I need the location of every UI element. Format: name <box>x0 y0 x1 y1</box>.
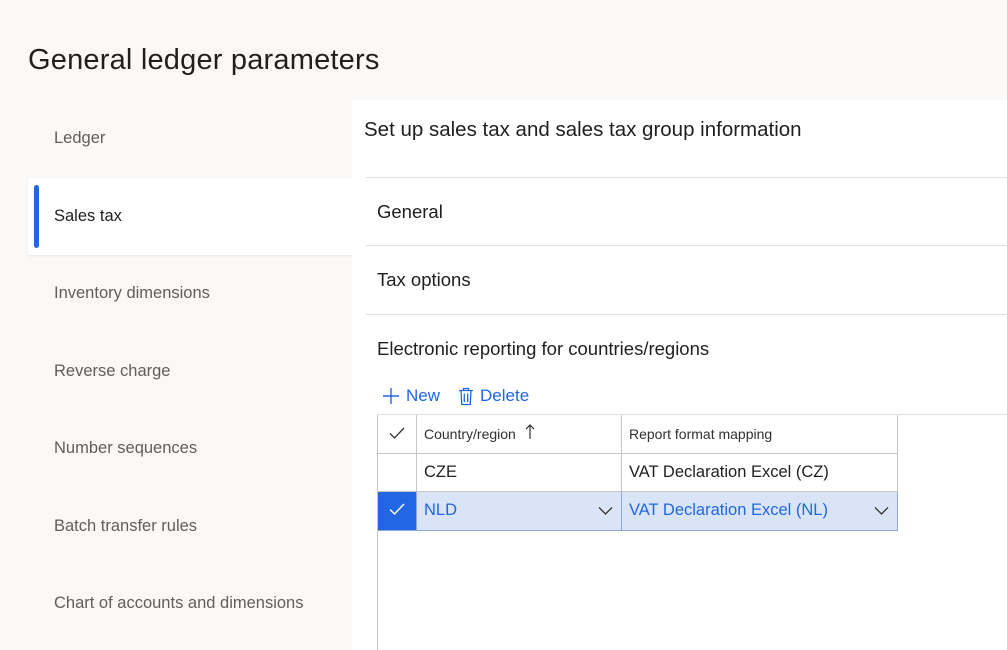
nav-item-label: Chart of accounts and dimensions <box>54 594 304 613</box>
plus-icon <box>382 387 400 405</box>
nav-item-ledger[interactable]: Ledger <box>28 100 352 178</box>
new-button-label: New <box>406 386 441 405</box>
nav-item-batch-transfer-rules[interactable]: Batch transfer rules <box>28 488 352 566</box>
trash-icon <box>458 387 474 406</box>
grid-toolbar: New Delete <box>382 381 529 411</box>
fasttab-label: General <box>377 200 443 222</box>
cell-value: VAT Declaration Excel (NL) <box>629 501 828 520</box>
checkmark-icon <box>389 501 405 520</box>
cell-value: NLD <box>424 501 458 520</box>
country-region-dropdown[interactable]: NLD <box>417 492 622 531</box>
nav-item-label: Inventory dimensions <box>54 284 210 303</box>
nav-item-sales-tax[interactable]: Sales tax <box>28 177 352 255</box>
delete-button-label: Delete <box>480 386 530 405</box>
nav-item-label: Sales tax <box>54 206 122 225</box>
new-button[interactable]: New <box>382 386 440 406</box>
nav-item-inventory-dimensions[interactable]: Inventory dimensions <box>28 255 352 333</box>
fasttab-electronic-reporting[interactable]: Electronic reporting for countries/regio… <box>366 314 1007 382</box>
row-select-checkbox[interactable] <box>378 453 417 492</box>
fasttab-tax-options[interactable]: Tax options <box>366 245 1007 313</box>
nav-item-chart-of-accounts[interactable]: Chart of accounts and dimensions <box>28 565 352 643</box>
cell-value: CZE <box>424 462 457 481</box>
report-format-mapping-dropdown[interactable]: VAT Declaration Excel (NL) <box>622 492 898 531</box>
chevron-down-icon[interactable] <box>598 501 613 520</box>
report-format-mapping-cell[interactable]: VAT Declaration Excel (CZ) <box>622 453 898 492</box>
page: General ledger parameters Ledger Sales t… <box>0 0 1007 650</box>
section-heading: Set up sales tax and sales tax group inf… <box>364 118 802 141</box>
er-grid: Country/region Report format mapping CZE… <box>377 415 898 650</box>
nav-item-label: Number sequences <box>54 439 198 458</box>
fasttab-general[interactable]: General <box>366 177 1007 245</box>
fasttab-label: Tax options <box>377 268 471 290</box>
fasttab-label: Electronic reporting for countries/regio… <box>377 337 710 359</box>
row-select-checkbox[interactable] <box>378 492 417 531</box>
left-nav: Ledger Sales tax Inventory dimensions Re… <box>28 100 352 643</box>
table-row-selected[interactable]: NLD VAT Declaration Excel (NL) <box>378 492 898 531</box>
nav-item-label: Ledger <box>54 129 106 148</box>
table-row[interactable]: CZE VAT Declaration Excel (CZ) <box>378 453 898 492</box>
checkmark-icon <box>389 426 405 442</box>
column-header-report-format-mapping[interactable]: Report format mapping <box>622 415 898 454</box>
nav-item-label: Batch transfer rules <box>54 516 198 535</box>
grid-header-row: Country/region Report format mapping <box>378 415 898 454</box>
nav-item-number-sequences[interactable]: Number sequences <box>28 410 352 488</box>
country-region-cell[interactable]: CZE <box>417 453 622 492</box>
column-header-label: Country/region <box>424 425 516 442</box>
sort-ascending-icon <box>525 424 535 443</box>
chevron-down-icon[interactable] <box>874 501 889 520</box>
main-panel: Set up sales tax and sales tax group inf… <box>352 100 1007 650</box>
delete-button[interactable]: Delete <box>458 386 529 406</box>
page-title: General ledger parameters <box>28 44 380 76</box>
column-header-label: Report format mapping <box>629 425 773 442</box>
nav-item-label: Reverse charge <box>54 361 171 380</box>
nav-item-reverse-charge[interactable]: Reverse charge <box>28 333 352 411</box>
column-header-country-region[interactable]: Country/region <box>417 415 622 454</box>
cell-value: VAT Declaration Excel (CZ) <box>629 462 829 481</box>
select-all-checkbox[interactable] <box>378 415 417 454</box>
